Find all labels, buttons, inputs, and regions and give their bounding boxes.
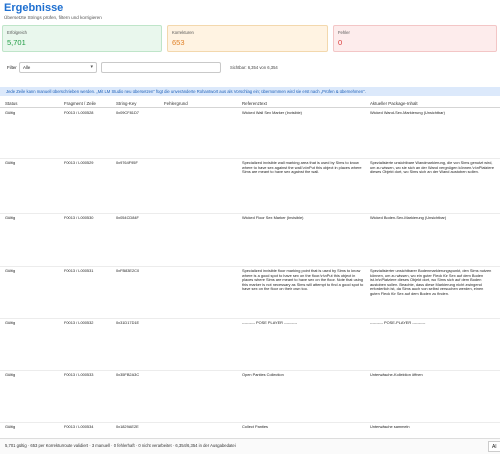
- header-reference-text[interactable]: Referenztext: [242, 101, 364, 106]
- row-fragment: F0013 / L000532: [64, 320, 94, 325]
- header-fragment[interactable]: Fragment / Zeile: [64, 101, 96, 106]
- row-string-key: 0x35FB2A3C: [116, 372, 140, 377]
- row-reference-text[interactable]: Wicked Wall Sex Marker (Invisible): [242, 110, 364, 116]
- info-notice: Jede Zeile kann manuell überschrieben we…: [0, 87, 500, 96]
- table-row[interactable]: Gültig F0013 / L000528 0x09CF81D7 Wicked…: [0, 109, 500, 159]
- status-footer: 5,701 gültig · 653 per Korrekturroute va…: [0, 438, 500, 454]
- row-string-key: 0xFB83E2C0: [116, 268, 140, 273]
- results-header: Ergebnisse Übersetzte Strings prüfen, fi…: [4, 2, 102, 21]
- header-string-key[interactable]: String-Key: [116, 101, 137, 106]
- row-status: Gültig: [5, 110, 16, 115]
- footer-summary: 5,701 gültig · 653 per Korrekturroute va…: [5, 443, 236, 448]
- row-reference-text[interactable]: Specialized invisible wall marking area …: [242, 160, 364, 175]
- row-status: Gültig: [5, 372, 16, 377]
- errors-card: Fehler 0: [333, 25, 497, 52]
- table-row[interactable]: Gültig F0013 / L000533 0x35FB2A3C Open P…: [0, 371, 500, 423]
- row-package-content[interactable]: Spezialisierter unsichtbarer Bodenmarkie…: [370, 268, 494, 297]
- row-package-content[interactable]: Wicked Wand-Sex-Markierung (Unsichtbar): [370, 110, 494, 116]
- filter-select-value: Alle: [23, 65, 31, 70]
- footer-action-button[interactable]: Al: [488, 441, 500, 452]
- row-status: Gültig: [5, 215, 16, 220]
- row-package-content[interactable]: ---------- POSE-PLAYER ----------: [370, 320, 494, 326]
- row-fragment: F0013 / L000528: [64, 110, 94, 115]
- row-reference-text[interactable]: Specialized invisible floor marking poin…: [242, 268, 364, 292]
- row-package-content[interactable]: Wicked Boden-Sex-Markierung (Unsichtbar): [370, 215, 494, 221]
- row-status: Gültig: [5, 268, 16, 273]
- row-status: Gültig: [5, 424, 16, 429]
- visible-count: Sichtbar: 6,354 von 6,354: [230, 65, 278, 70]
- corrections-card: Korrekturen 653: [167, 25, 328, 52]
- row-fragment: F0013 / L000533: [64, 372, 94, 377]
- row-status: Gültig: [5, 160, 16, 165]
- header-error-reason[interactable]: Fehlergrund: [164, 101, 188, 106]
- table-header: Status Fragment / Zeile String-Key Fehle…: [0, 99, 500, 108]
- row-string-key: 0x1829AE2E: [116, 424, 139, 429]
- row-string-key: 0x31D17D1E: [116, 320, 140, 325]
- search-input[interactable]: [101, 62, 221, 73]
- table-row[interactable]: Gültig F0013 / L000530 0x054CD84F Wicked…: [0, 214, 500, 267]
- page-title: Ergebnisse: [4, 2, 64, 14]
- row-fragment: F0013 / L000534: [64, 424, 94, 429]
- row-fragment: F0013 / L000531: [64, 268, 94, 273]
- row-string-key: 0x054CD84F: [116, 215, 139, 220]
- table-row[interactable]: Gültig F0013 / L000534 0x1829AE2E Collec…: [0, 423, 500, 438]
- success-label: Erfolgreich: [7, 30, 28, 35]
- row-fragment: F0013 / L000529: [64, 160, 94, 165]
- errors-label: Fehler: [338, 30, 350, 35]
- filter-select[interactable]: Alle ▾: [19, 62, 97, 73]
- row-package-content[interactable]: Spezialisierte unsichtbare Wandmarkierun…: [370, 160, 494, 175]
- info-notice-text: Jede Zeile kann manuell überschrieben we…: [6, 89, 366, 94]
- success-card: Erfolgreich 5,701: [2, 25, 162, 52]
- row-reference-text[interactable]: ---------- POSE PLAYER ----------: [242, 320, 364, 326]
- table-row[interactable]: Gültig F0013 / L000532 0x31D17D1E ------…: [0, 319, 500, 371]
- row-string-key: 0x9764F95F: [116, 160, 138, 165]
- corrections-label: Korrekturen: [172, 30, 194, 35]
- row-package-content[interactable]: Unterwäsche-Kollektion öffnen: [370, 372, 494, 378]
- row-reference-text[interactable]: Open Panties Collection: [242, 372, 364, 378]
- row-reference-text[interactable]: Wicked Floor Sex Marker (Invisible): [242, 215, 364, 221]
- header-status[interactable]: Status: [5, 101, 17, 106]
- table-row[interactable]: Gültig F0013 / L000531 0xFB83E2C0 Specia…: [0, 267, 500, 319]
- errors-value: 0: [338, 38, 343, 47]
- row-status: Gültig: [5, 320, 16, 325]
- table-row[interactable]: Gültig F0013 / L000529 0x9764F95F Specia…: [0, 159, 500, 214]
- filter-bar: Filter Alle ▾ Sichtbar: 6,354 von 6,354: [0, 60, 500, 76]
- chevron-down-icon: ▾: [90, 64, 93, 70]
- row-fragment: F0013 / L000530: [64, 215, 94, 220]
- page-subtitle: Übersetzte Strings prüfen, filtern und k…: [4, 15, 102, 20]
- row-package-content[interactable]: Unterwäsche sammeln: [370, 424, 494, 430]
- row-reference-text[interactable]: Collect Panties: [242, 424, 364, 430]
- corrections-value: 653: [172, 38, 185, 47]
- row-string-key: 0x09CF81D7: [116, 110, 139, 115]
- success-value: 5,701: [7, 38, 26, 47]
- header-package-content[interactable]: Aktueller Package-Inhalt: [370, 101, 494, 106]
- filter-label: Filter: [7, 65, 17, 70]
